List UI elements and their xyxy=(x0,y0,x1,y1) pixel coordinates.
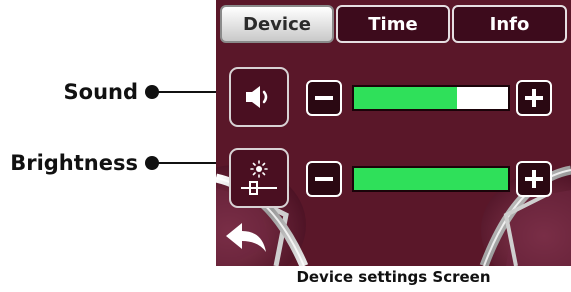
sound-icon-button[interactable] xyxy=(229,67,289,127)
brightness-level-fill xyxy=(354,168,508,190)
sound-annotation-label: Sound xyxy=(63,80,138,104)
speaker-icon xyxy=(246,86,268,108)
brightness-decrease-button[interactable] xyxy=(306,161,342,197)
plus-icon xyxy=(525,170,543,188)
tab-info[interactable]: Info xyxy=(452,5,567,43)
plus-icon xyxy=(525,89,543,107)
brightness-slider-icon xyxy=(241,160,277,195)
screen-caption: Device settings Screen xyxy=(296,268,491,286)
tab-device[interactable]: Device xyxy=(220,5,334,43)
brightness-level-bar[interactable] xyxy=(352,166,510,192)
device-screen: Device Time Info xyxy=(216,0,571,266)
brightness-icon-button[interactable] xyxy=(229,148,289,208)
sound-level-bar[interactable] xyxy=(352,85,510,111)
brightness-increase-button[interactable] xyxy=(516,161,552,197)
minus-icon xyxy=(315,96,333,100)
sound-increase-button[interactable] xyxy=(516,80,552,116)
sound-level-fill xyxy=(354,87,458,109)
tab-time[interactable]: Time xyxy=(336,5,450,43)
back-arrow-icon[interactable] xyxy=(224,220,270,258)
brightness-annotation-label: Brightness xyxy=(10,151,138,175)
sound-decrease-button[interactable] xyxy=(306,80,342,116)
minus-icon xyxy=(315,177,333,181)
